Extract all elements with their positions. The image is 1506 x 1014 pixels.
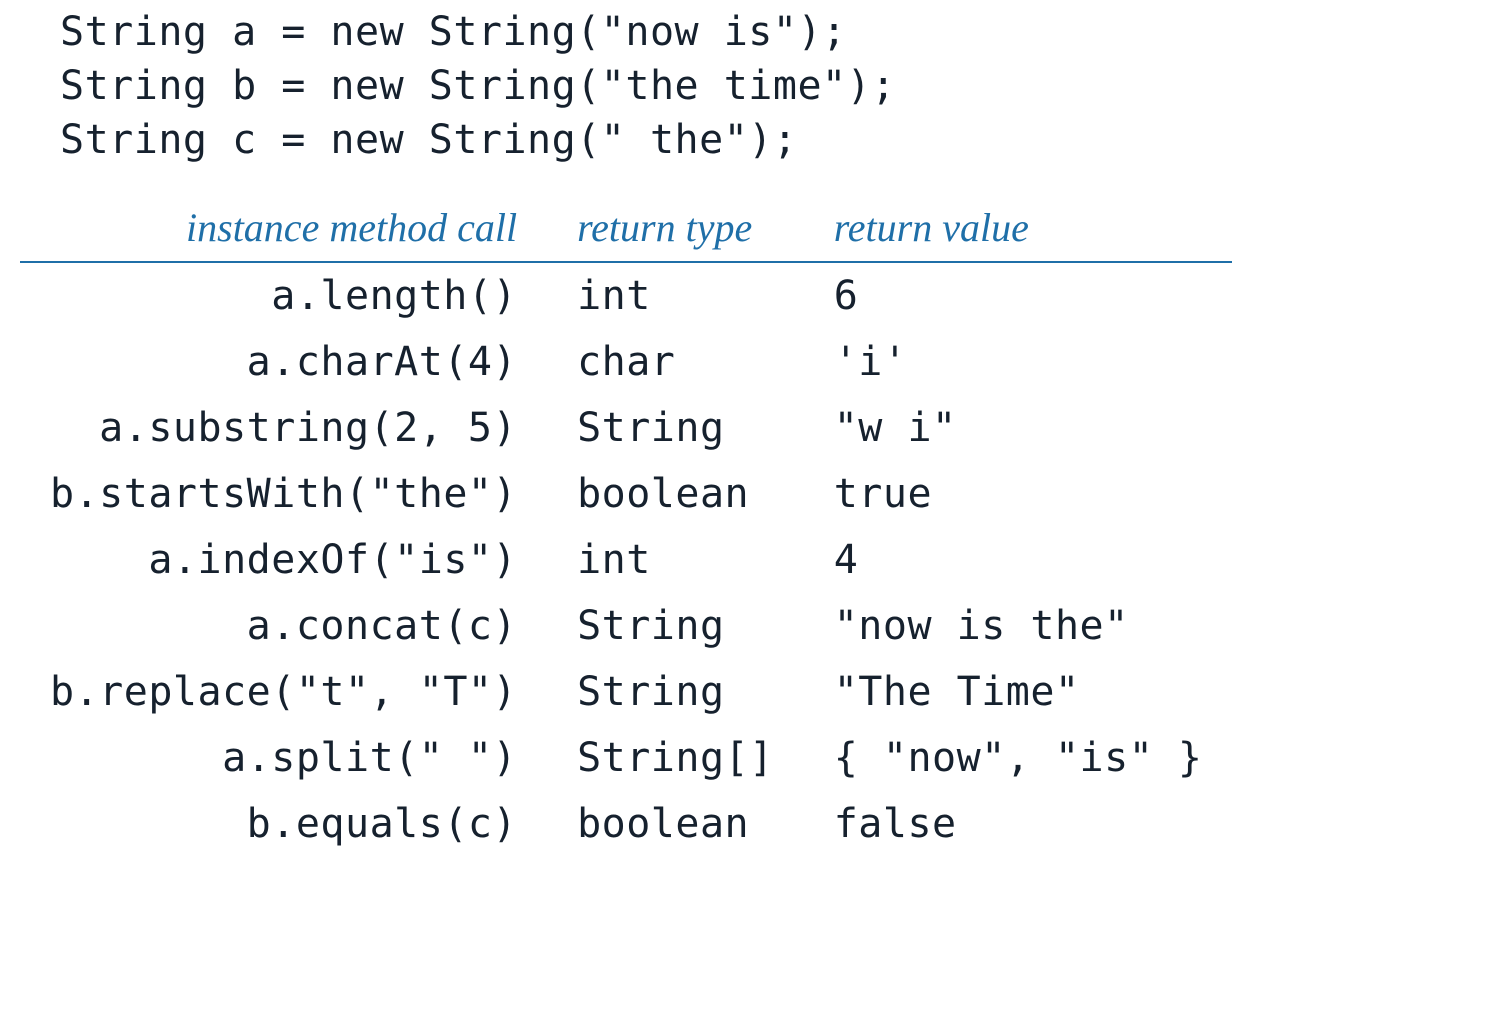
code-line: String c = new String(" the"); <box>60 113 1486 167</box>
table-row: a.substring(2, 5) String "w i" <box>20 395 1232 461</box>
table-row: b.replace("t", "T") String "The Time" <box>20 659 1232 725</box>
table-row: b.startsWith("the") boolean true <box>20 461 1232 527</box>
table-row: a.concat(c) String "now is the" <box>20 593 1232 659</box>
cell-type: char <box>547 329 804 395</box>
cell-type: String <box>547 395 804 461</box>
code-block: String a = new String("now is"); String … <box>60 5 1486 167</box>
table-row: a.indexOf("is") int 4 <box>20 527 1232 593</box>
header-call: instance method call <box>20 197 547 262</box>
cell-call: a.length() <box>20 262 547 329</box>
cell-value: 6 <box>804 262 1233 329</box>
cell-value: true <box>804 461 1233 527</box>
cell-type: int <box>547 527 804 593</box>
cell-call: b.replace("t", "T") <box>20 659 547 725</box>
header-value: return value <box>804 197 1233 262</box>
cell-value: false <box>804 791 1233 857</box>
cell-call: a.split(" ") <box>20 725 547 791</box>
cell-value: "w i" <box>804 395 1233 461</box>
cell-call: a.charAt(4) <box>20 329 547 395</box>
cell-value: "The Time" <box>804 659 1233 725</box>
cell-call: a.indexOf("is") <box>20 527 547 593</box>
cell-value: "now is the" <box>804 593 1233 659</box>
cell-type: String <box>547 659 804 725</box>
code-line: String a = new String("now is"); <box>60 5 1486 59</box>
code-line: String b = new String("the time"); <box>60 59 1486 113</box>
cell-type: String[] <box>547 725 804 791</box>
table-header-row: instance method call return type return … <box>20 197 1232 262</box>
cell-type: String <box>547 593 804 659</box>
cell-type: int <box>547 262 804 329</box>
table-row: b.equals(c) boolean false <box>20 791 1232 857</box>
header-type: return type <box>547 197 804 262</box>
cell-call: a.substring(2, 5) <box>20 395 547 461</box>
table-row: a.split(" ") String[] { "now", "is" } <box>20 725 1232 791</box>
cell-call: b.equals(c) <box>20 791 547 857</box>
table-row: a.length() int 6 <box>20 262 1232 329</box>
cell-type: boolean <box>547 461 804 527</box>
cell-value: 'i' <box>804 329 1233 395</box>
table-row: a.charAt(4) char 'i' <box>20 329 1232 395</box>
cell-call: b.startsWith("the") <box>20 461 547 527</box>
methods-table: instance method call return type return … <box>20 197 1232 857</box>
cell-call: a.concat(c) <box>20 593 547 659</box>
cell-value: 4 <box>804 527 1233 593</box>
cell-value: { "now", "is" } <box>804 725 1233 791</box>
cell-type: boolean <box>547 791 804 857</box>
